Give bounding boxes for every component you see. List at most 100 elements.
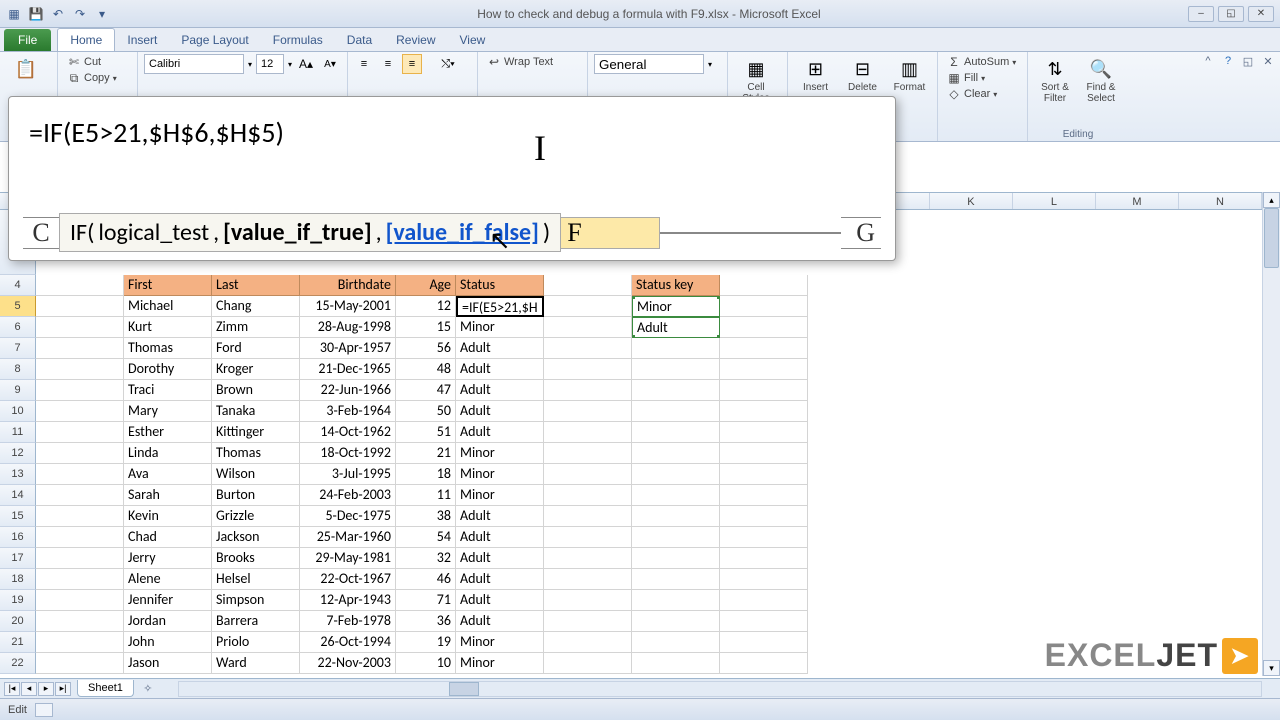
cell-first[interactable]: Jason	[124, 653, 212, 674]
cell-age[interactable]: 10	[396, 653, 456, 674]
header-age[interactable]: Age	[396, 275, 456, 296]
row-header[interactable]: 10	[0, 401, 36, 422]
tab-home[interactable]: Home	[57, 28, 115, 51]
vertical-scrollbar[interactable]: ▴ ▾	[1262, 192, 1280, 676]
shrink-font-icon[interactable]: A▾	[320, 54, 340, 74]
new-sheet-icon[interactable]: ✧	[138, 682, 158, 696]
col-k[interactable]: K	[930, 193, 1013, 209]
cell-status[interactable]: Adult	[456, 401, 544, 422]
next-sheet-icon[interactable]: ▸	[38, 682, 54, 696]
cell-birthdate[interactable]: 26-Oct-1994	[300, 632, 396, 653]
scroll-down-icon[interactable]: ▾	[1263, 660, 1280, 676]
cell-status[interactable]: Adult	[456, 590, 544, 611]
fill-button[interactable]: ▦Fill▾	[944, 70, 1021, 86]
last-sheet-icon[interactable]: ▸|	[55, 682, 71, 696]
cell-last[interactable]: Tanaka	[212, 401, 300, 422]
column-f-header-active[interactable]: F	[560, 217, 660, 249]
tab-formulas[interactable]: Formulas	[261, 29, 335, 51]
restore-button[interactable]: ◱	[1218, 6, 1244, 22]
align-right-icon[interactable]: ≡	[402, 54, 422, 74]
redo-icon[interactable]: ↷	[72, 6, 88, 22]
cell-age[interactable]: 11	[396, 485, 456, 506]
cell-age[interactable]: 46	[396, 569, 456, 590]
paste-button[interactable]: 📋	[6, 54, 46, 84]
format-cells-button[interactable]: ▥Format	[888, 54, 931, 95]
cell-last[interactable]: Jackson	[212, 527, 300, 548]
cell-last[interactable]: Grizzle	[212, 506, 300, 527]
tab-view[interactable]: View	[448, 29, 498, 51]
status-key-adult[interactable]: Adult	[632, 317, 720, 338]
header-status-key[interactable]: Status key	[632, 275, 720, 296]
col-m[interactable]: M	[1096, 193, 1179, 209]
cell-birthdate[interactable]: 30-Apr-1957	[300, 338, 396, 359]
scroll-thumb[interactable]	[1264, 208, 1279, 268]
minimize-ribbon-icon[interactable]: ^	[1200, 54, 1216, 68]
macro-record-icon[interactable]	[35, 703, 53, 717]
cell-status[interactable]: Minor	[456, 632, 544, 653]
row-header[interactable]: 9	[0, 380, 36, 401]
window-close-icon[interactable]: ✕	[1260, 54, 1276, 68]
cell-first[interactable]: Traci	[124, 380, 212, 401]
row-header[interactable]: 17	[0, 548, 36, 569]
align-left-icon[interactable]: ≡	[354, 54, 374, 74]
row-header[interactable]: 13	[0, 464, 36, 485]
col-n[interactable]: N	[1179, 193, 1262, 209]
cell-birthdate[interactable]: 5-Dec-1975	[300, 506, 396, 527]
cell-birthdate[interactable]: 24-Feb-2003	[300, 485, 396, 506]
cell-status[interactable]: Adult	[456, 422, 544, 443]
row-header[interactable]: 20	[0, 611, 36, 632]
cell-first[interactable]: Kurt	[124, 317, 212, 338]
cell-age[interactable]: 38	[396, 506, 456, 527]
row-header[interactable]: 15	[0, 506, 36, 527]
row-header[interactable]: 19	[0, 590, 36, 611]
cell-age[interactable]: 32	[396, 548, 456, 569]
cell-age[interactable]: 51	[396, 422, 456, 443]
row-header[interactable]: 18	[0, 569, 36, 590]
cell-first[interactable]: Michael	[124, 296, 212, 317]
row-header[interactable]: 6	[0, 317, 36, 338]
tab-insert[interactable]: Insert	[115, 29, 169, 51]
tab-review[interactable]: Review	[384, 29, 447, 51]
window-restore-icon[interactable]: ◱	[1240, 54, 1256, 68]
cell-status[interactable]: Minor	[456, 317, 544, 338]
cell-birthdate[interactable]: 14-Oct-1962	[300, 422, 396, 443]
editing-cell[interactable]: =IF(E5>21,$H	[456, 296, 544, 317]
cell-age[interactable]: 56	[396, 338, 456, 359]
cell-status[interactable]: Adult	[456, 506, 544, 527]
cell-birthdate[interactable]: 22-Jun-1966	[300, 380, 396, 401]
cell-birthdate[interactable]: 15-May-2001	[300, 296, 396, 317]
cell-first[interactable]: Thomas	[124, 338, 212, 359]
cell-last[interactable]: Ward	[212, 653, 300, 674]
horizontal-scrollbar[interactable]	[178, 681, 1262, 697]
cell-birthdate[interactable]: 21-Dec-1965	[300, 359, 396, 380]
cell-status[interactable]: Minor	[456, 443, 544, 464]
number-format-select[interactable]	[594, 54, 704, 74]
cell-first[interactable]: Jennifer	[124, 590, 212, 611]
cell-age[interactable]: 47	[396, 380, 456, 401]
cell-age[interactable]: 54	[396, 527, 456, 548]
spreadsheet-grid[interactable]: 4 First Last Birthdate Age Status Status…	[0, 210, 1262, 676]
cell-age[interactable]: 12	[396, 296, 456, 317]
cell-last[interactable]: Wilson	[212, 464, 300, 485]
cell-last[interactable]: Chang	[212, 296, 300, 317]
close-button[interactable]: ✕	[1248, 6, 1274, 22]
cell-birthdate[interactable]: 3-Jul-1995	[300, 464, 396, 485]
row-header[interactable]: 21	[0, 632, 36, 653]
copy-button[interactable]: ⧉Copy▾	[64, 70, 131, 86]
header-birthdate[interactable]: Birthdate	[300, 275, 396, 296]
prev-sheet-icon[interactable]: ◂	[21, 682, 37, 696]
undo-icon[interactable]: ↶	[50, 6, 66, 22]
cell-status[interactable]: Adult	[456, 380, 544, 401]
cell-age[interactable]: 48	[396, 359, 456, 380]
cell-birthdate[interactable]: 29-May-1981	[300, 548, 396, 569]
cell-last[interactable]: Brooks	[212, 548, 300, 569]
tooltip-value-if-false[interactable]: [value_if_false]	[386, 218, 539, 247]
cell-last[interactable]: Zimm	[212, 317, 300, 338]
insert-cells-button[interactable]: ⊞Insert	[794, 54, 837, 95]
align-center-icon[interactable]: ≡	[378, 54, 398, 74]
cell-status[interactable]: Minor	[456, 464, 544, 485]
cell-age[interactable]: 19	[396, 632, 456, 653]
cell-birthdate[interactable]: 18-Oct-1992	[300, 443, 396, 464]
col-l[interactable]: L	[1013, 193, 1096, 209]
cell-last[interactable]: Priolo	[212, 632, 300, 653]
